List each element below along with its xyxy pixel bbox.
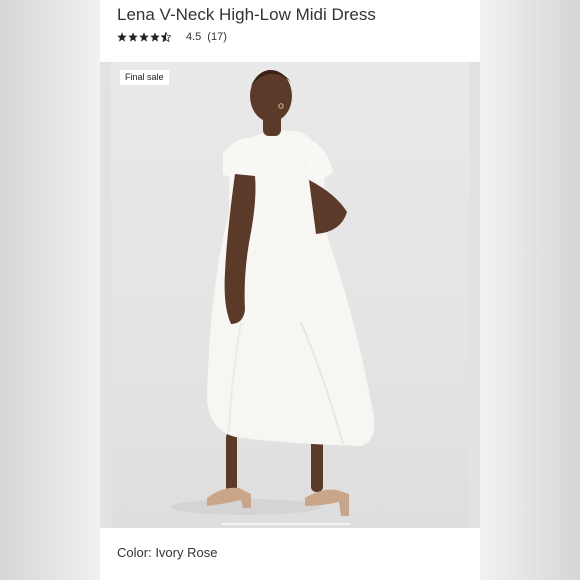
star-full-icon <box>117 32 127 42</box>
rating-stars <box>117 32 171 42</box>
rating-row[interactable]: 4.5 (17) <box>117 29 227 45</box>
product-card: Lena V-Neck High-Low Midi Dress 4.5 (17) <box>100 0 480 580</box>
color-label: Color: <box>117 545 152 560</box>
color-selection: Color: Ivory Rose <box>117 545 217 560</box>
blurred-background-right <box>480 0 580 580</box>
star-full-icon <box>128 32 138 42</box>
star-full-icon <box>139 32 149 42</box>
product-title: Lena V-Neck High-Low Midi Dress <box>117 5 376 24</box>
product-image[interactable]: Final sale <box>111 62 469 528</box>
final-sale-badge: Final sale <box>120 70 169 85</box>
star-full-icon <box>150 32 160 42</box>
rating-value: 4.5 <box>186 31 202 43</box>
image-carousel-indicator[interactable] <box>221 523 351 525</box>
color-value: Ivory Rose <box>155 545 218 560</box>
product-image-frame: Final sale <box>100 62 480 528</box>
model-illustration <box>171 70 375 516</box>
star-half-icon <box>161 32 171 42</box>
review-count-link[interactable]: (17) <box>207 31 227 43</box>
blurred-background-left <box>0 0 100 580</box>
